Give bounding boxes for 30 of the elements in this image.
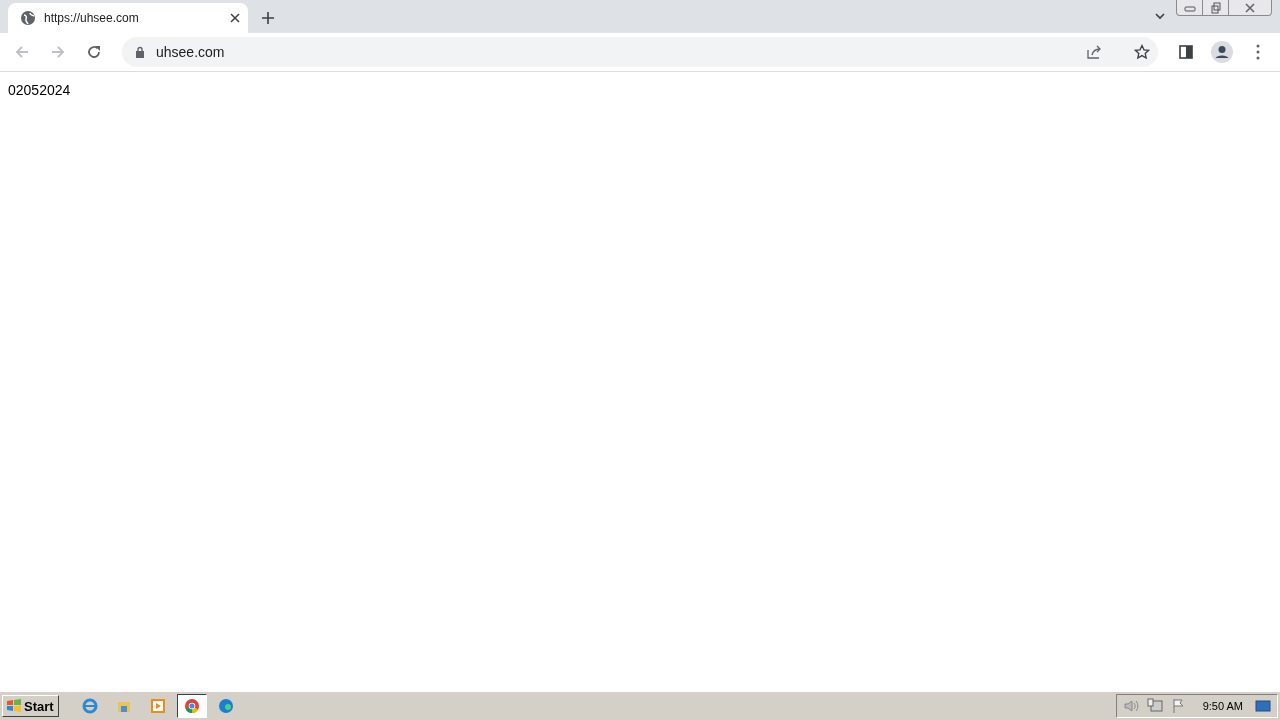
close-icon[interactable] (230, 13, 240, 23)
reload-icon[interactable] (86, 44, 102, 60)
speaker-icon[interactable] (1122, 698, 1139, 714)
restore-icon[interactable] (1209, 1, 1222, 14)
chevron-down-icon[interactable] (1154, 10, 1166, 22)
close-window-icon[interactable] (1244, 1, 1256, 14)
back-icon[interactable] (14, 44, 30, 60)
show-desktop-icon[interactable] (1255, 698, 1271, 714)
forward-icon[interactable] (50, 44, 66, 60)
avatar-icon[interactable] (1211, 41, 1233, 63)
clock[interactable]: 9:50 AM (1202, 700, 1243, 712)
menu-icon[interactable] (1256, 44, 1260, 60)
globe-icon (20, 10, 36, 26)
side-panel-icon[interactable] (1179, 45, 1193, 59)
taskbar-app[interactable] (176, 694, 207, 718)
tab-title: https://uhsee.com (44, 11, 140, 25)
media-player-icon[interactable] (149, 698, 166, 714)
windows-logo-icon (6, 699, 22, 713)
edge-icon[interactable] (217, 698, 234, 714)
address-bar[interactable]: uhsee.com (122, 37, 1158, 67)
start-button[interactable]: Start (2, 695, 59, 717)
network-icon[interactable] (1146, 698, 1163, 714)
browser-icon[interactable] (81, 698, 98, 714)
share-icon[interactable] (1086, 44, 1102, 60)
star-icon[interactable] (1134, 44, 1150, 60)
lock-icon (134, 46, 146, 58)
page-text: 02052024 (8, 82, 71, 98)
chrome-icon[interactable] (183, 698, 200, 714)
new-tab-icon[interactable] (261, 11, 275, 25)
browser-tab[interactable]: https://uhsee.com (8, 3, 248, 33)
